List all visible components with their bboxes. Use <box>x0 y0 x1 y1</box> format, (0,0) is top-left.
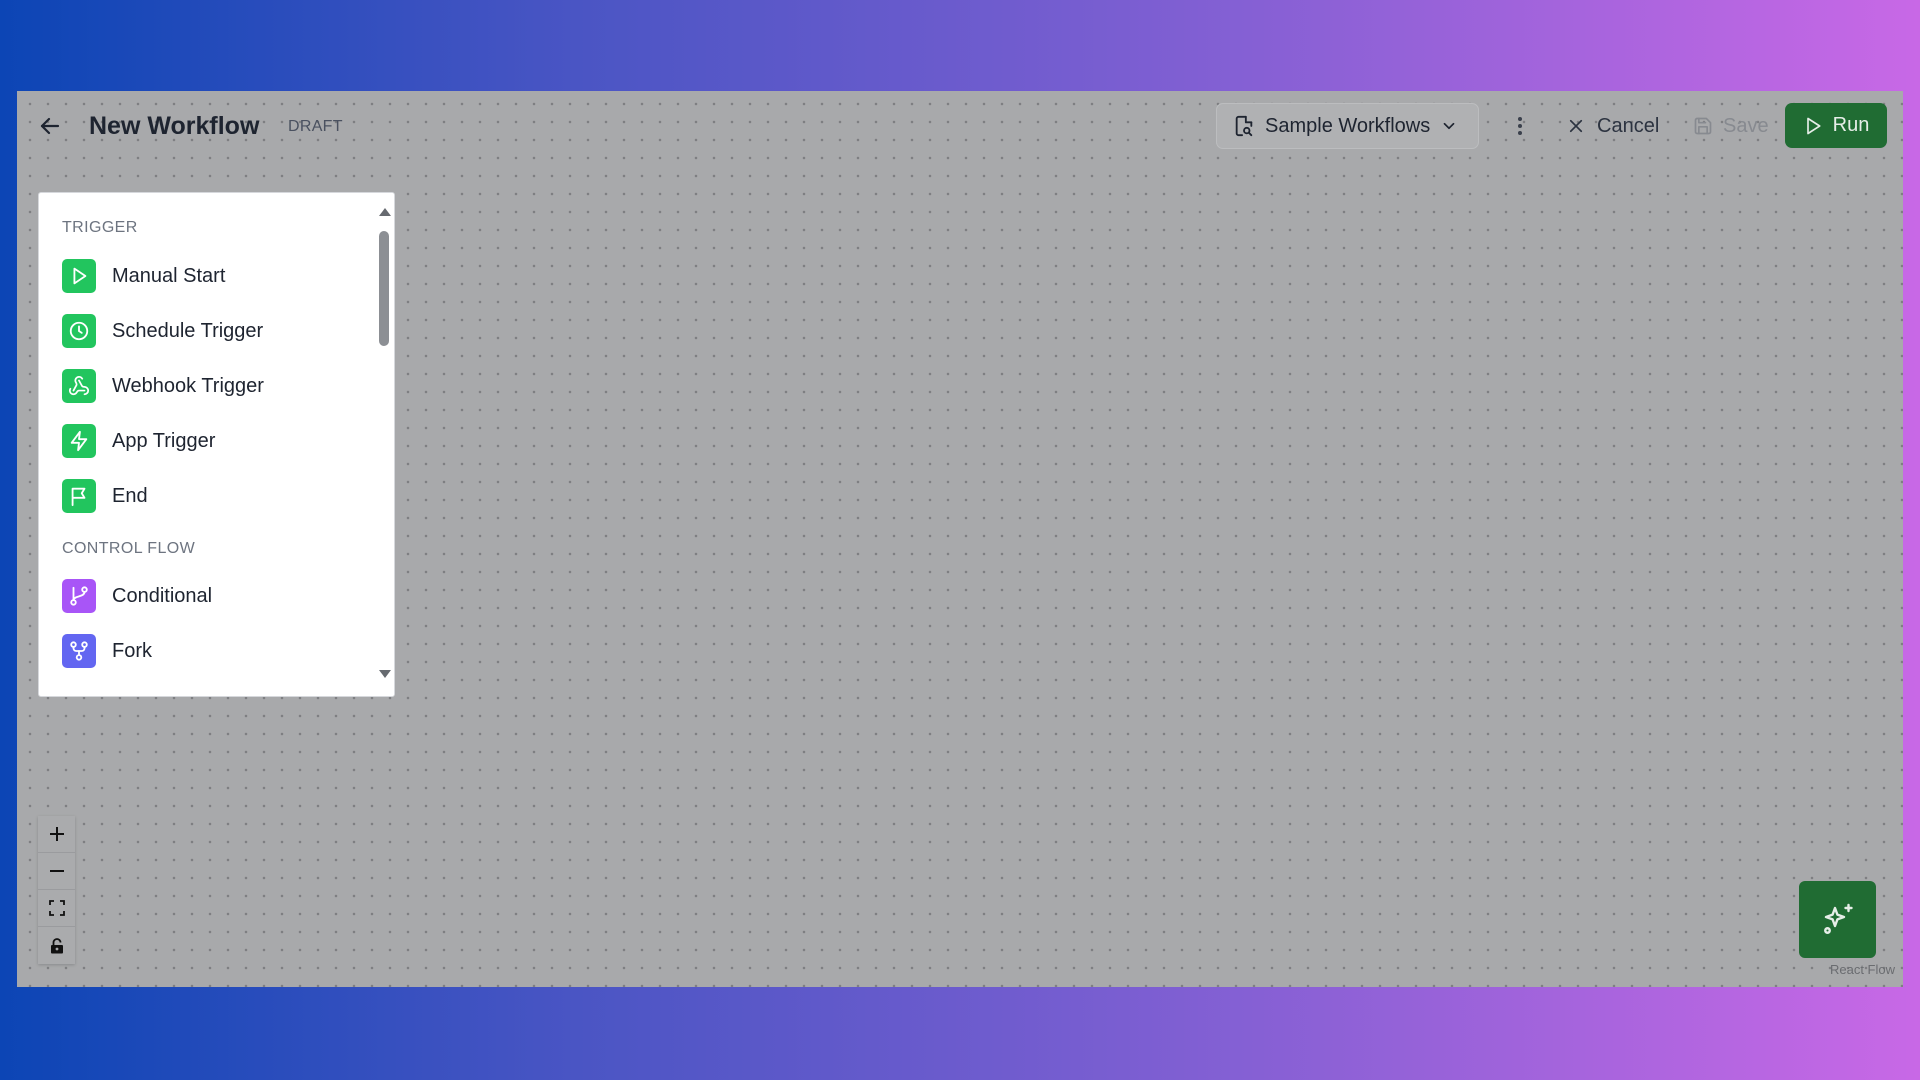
node-item-manual-start[interactable]: Manual Start <box>62 258 362 294</box>
fit-view-icon <box>48 900 65 916</box>
node-item-label: Fork <box>112 639 152 662</box>
lock-button[interactable] <box>38 927 75 964</box>
node-item-label: Webhook Trigger <box>112 374 264 397</box>
lock-icon <box>50 937 63 953</box>
sparkles-icon <box>1823 903 1853 934</box>
top-bar: New Workflow DRAFT Sample Workflows Canc… <box>17 91 1903 159</box>
workflow-editor: New Workflow DRAFT Sample Workflows Canc… <box>17 91 1903 987</box>
node-item-label: Manual Start <box>112 264 226 287</box>
node-item-label: Schedule Trigger <box>112 319 264 342</box>
close-icon <box>1569 119 1583 133</box>
clock-icon <box>62 314 96 348</box>
fork-icon <box>62 634 96 668</box>
file-search-icon <box>1235 115 1253 137</box>
webhook-icon <box>62 369 96 403</box>
node-item-conditional[interactable]: Conditional <box>62 578 362 614</box>
more-options-button[interactable] <box>1505 108 1535 144</box>
cancel-button[interactable]: Cancel <box>1557 105 1669 147</box>
scroll-up-arrow-icon[interactable] <box>379 208 391 216</box>
node-item-end[interactable]: End <box>62 478 362 514</box>
section-header-trigger: TRIGGER <box>62 219 138 236</box>
node-item-schedule-trigger[interactable]: Schedule Trigger <box>62 313 362 349</box>
arrow-left-icon <box>40 117 60 135</box>
chevron-down-icon <box>1443 122 1455 130</box>
node-palette-list: TRIGGER Manual Start Schedule Trigger We… <box>39 193 374 696</box>
node-item-label: App Trigger <box>112 429 216 452</box>
node-palette: TRIGGER Manual Start Schedule Trigger We… <box>38 192 395 697</box>
palette-scrollbar[interactable] <box>374 193 394 696</box>
zoom-out-button[interactable] <box>38 853 75 890</box>
fit-view-button[interactable] <box>38 890 75 927</box>
canvas-controls <box>38 816 75 964</box>
sample-workflows-button[interactable]: Sample Workflows <box>1216 103 1479 149</box>
node-item-label: End <box>112 484 148 507</box>
run-button[interactable]: Run <box>1785 103 1887 148</box>
branch-icon <box>62 579 96 613</box>
zoom-in-button[interactable] <box>38 816 75 853</box>
node-item-label: Conditional <box>112 584 213 607</box>
scroll-down-arrow-icon[interactable] <box>379 670 391 678</box>
page-title: New Workflow <box>89 112 260 140</box>
save-label: Save <box>1723 114 1769 137</box>
play-icon <box>62 259 96 293</box>
run-label: Run <box>1832 114 1870 136</box>
ai-assistant-button[interactable] <box>1799 881 1876 958</box>
save-button[interactable]: Save <box>1685 105 1777 147</box>
flag-icon <box>62 479 96 513</box>
section-header-control-flow: CONTROL FLOW <box>62 540 196 557</box>
lightning-icon <box>62 424 96 458</box>
node-item-fork[interactable]: Fork <box>62 633 362 669</box>
back-button[interactable] <box>35 111 65 141</box>
node-item-app-trigger[interactable]: App Trigger <box>62 423 362 459</box>
plus-icon <box>49 827 64 841</box>
minus-icon <box>49 870 64 872</box>
save-icon <box>1694 117 1712 135</box>
node-item-webhook-trigger[interactable]: Webhook Trigger <box>62 368 362 404</box>
status-badge: DRAFT <box>288 118 343 135</box>
scroll-thumb[interactable] <box>379 231 389 346</box>
react-flow-attribution[interactable]: React Flow <box>1830 962 1895 977</box>
more-vertical-icon <box>1518 117 1522 135</box>
sample-workflows-label: Sample Workflows <box>1265 114 1431 137</box>
cancel-label: Cancel <box>1597 114 1660 137</box>
play-icon <box>1806 117 1821 134</box>
